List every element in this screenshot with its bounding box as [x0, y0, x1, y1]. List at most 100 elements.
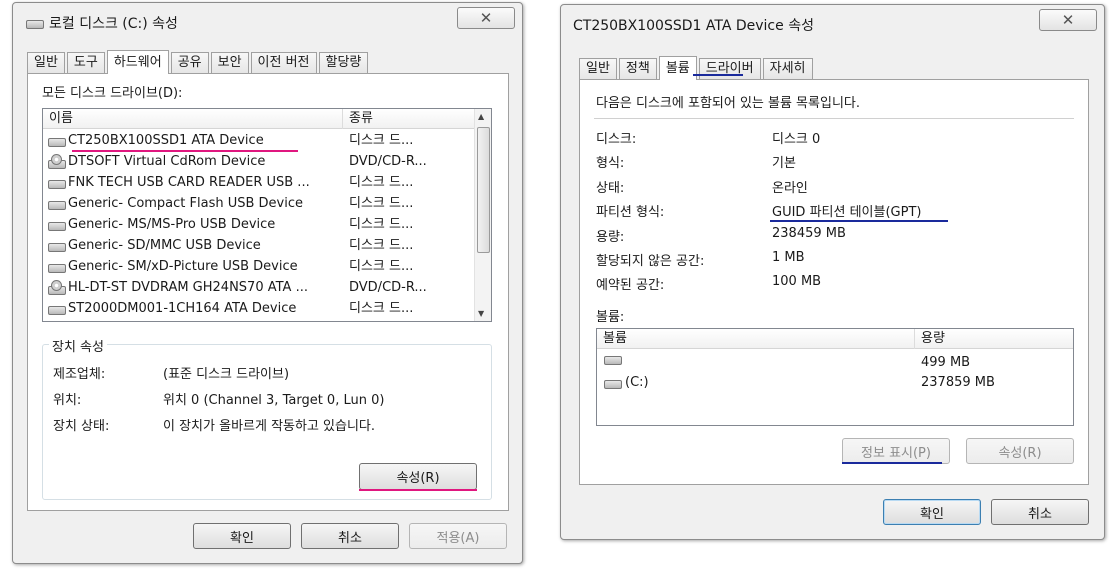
list-header: 볼륨 용량 [597, 329, 1073, 349]
device-name: Generic- SD/MMC USB Device [68, 238, 261, 253]
disk-label: 디스크: [596, 132, 637, 147]
manufacturer-value: (표준 디스크 드라이브) [163, 367, 290, 382]
device-name: FNK TECH USB CARD READER USB ... [68, 175, 310, 190]
scrollbar-thumb[interactable] [477, 127, 490, 253]
all-disk-drives-label: 모든 디스크 드라이브(D): [42, 86, 183, 101]
tab-general[interactable]: 일반 [579, 58, 617, 79]
reserved-space-value: 100 MB [772, 274, 822, 289]
scroll-up-arrow-icon[interactable]: ▲ [478, 112, 484, 121]
reserved-space-label: 예약된 공간: [596, 278, 665, 293]
volume-size: 237859 MB [921, 375, 995, 390]
volumes-tab-underline [693, 74, 743, 76]
tab-sharing[interactable]: 공유 [170, 52, 209, 73]
volume-row[interactable]: (C:) 237859 MB [599, 373, 1069, 393]
device-row[interactable]: Generic- MS/MS-Pro USB Device 디스크 드... [45, 215, 475, 236]
device-row[interactable]: CT250BX100SSD1 ATA Device 디스크 드... [45, 131, 475, 152]
device-row[interactable]: HL-DT-ST DVDRAM GH24NS70 ATA ... DVD/CD-… [45, 278, 475, 299]
cancel-button[interactable]: 취소 [301, 523, 399, 549]
column-header-type[interactable]: 종류 [343, 109, 475, 129]
volume-properties-button[interactable]: 속성(R) [966, 438, 1074, 464]
volume-name: (C:) [625, 375, 649, 390]
window-title-bar: CT250BX100SSD1 ATA Device 속성 [573, 15, 814, 35]
type-label: 형식: [596, 156, 625, 171]
partition-style-underline [770, 220, 948, 222]
device-row[interactable]: DTSOFT Virtual CdRom Device DVD/CD-R... [45, 152, 475, 173]
disk-value: 디스크 0 [772, 132, 821, 147]
tab-strip: 일반 도구 하드웨어 공유 보안 이전 버전 할당량 [27, 49, 370, 74]
type-value: 기본 [772, 156, 796, 171]
device-row[interactable]: Generic- SM/xD-Picture USB Device 디스크 드.… [45, 257, 475, 278]
volumes-tab-panel: 다음은 디스크에 포함되어 있는 볼륨 목록입니다. 디스크: 디스크 0 형식… [579, 79, 1089, 485]
tab-security[interactable]: 보안 [210, 52, 249, 73]
device-name: HL-DT-ST DVDRAM GH24NS70 ATA ... [68, 280, 308, 295]
device-name: DTSOFT Virtual CdRom Device [68, 154, 266, 169]
description-separator [594, 118, 1074, 119]
location-value: 위치 0 (Channel 3, Target 0, Lun 0) [163, 393, 385, 408]
window-title-bar: 로컬 디스크 (C:) 속성 [25, 13, 178, 33]
window-title: 로컬 디스크 (C:) 속성 [49, 16, 178, 32]
column-header-name[interactable]: 이름 [43, 109, 343, 129]
close-button[interactable]: ✕ [1039, 9, 1097, 31]
tab-details[interactable]: 자세히 [762, 58, 813, 79]
vertical-scrollbar[interactable]: ▲ ▼ [474, 109, 491, 321]
scroll-down-arrow-icon[interactable]: ▼ [478, 309, 484, 318]
volume-list[interactable]: 볼륨 용량 499 MB (C:) 237859 MB [596, 328, 1074, 426]
volume-row[interactable]: 499 MB [599, 353, 1069, 373]
tab-tools[interactable]: 도구 [66, 52, 105, 73]
device-name: Generic- Compact Flash USB Device [68, 196, 304, 211]
properties-button-underline [359, 489, 477, 491]
device-type: 디스크 드... [349, 301, 414, 316]
tab-quota[interactable]: 할당량 [318, 52, 369, 73]
device-row[interactable]: FNK TECH USB CARD READER USB ... 디스크 드..… [45, 173, 475, 194]
column-header-capacity[interactable]: 용량 [915, 329, 1073, 349]
apply-button[interactable]: 적용(A) [409, 523, 507, 549]
tab-previous-versions[interactable]: 이전 버전 [250, 52, 317, 73]
device-type: 디스크 드... [349, 259, 414, 274]
partition-style-label: 파티션 형식: [596, 205, 665, 220]
device-type: DVD/CD-R... [349, 154, 427, 169]
device-name: Generic- MS/MS-Pro USB Device [68, 217, 276, 232]
device-row[interactable]: Generic- Compact Flash USB Device 디스크 드.… [45, 194, 475, 215]
drive-icon [47, 198, 66, 210]
drive-icon [47, 261, 66, 273]
volume-drive-icon [603, 377, 622, 389]
tab-policies[interactable]: 정책 [618, 58, 657, 79]
column-header-volume[interactable]: 볼륨 [597, 329, 915, 349]
tab-volumes[interactable]: 볼륨 [658, 56, 697, 80]
hardware-tab-panel: 모든 디스크 드라이브(D): 이름 종류 CT250BX100SSD1 ATA… [27, 73, 509, 511]
tab-hardware[interactable]: 하드웨어 [106, 50, 169, 74]
volume-size: 499 MB [921, 355, 971, 370]
device-properties-title: 장치 속성 [49, 336, 107, 355]
device-row[interactable]: ST2000DM001-1CH164 ATA Device 디스크 드... [45, 299, 475, 320]
list-header: 이름 종류 [43, 109, 491, 129]
drive-icon [47, 135, 66, 147]
drive-icon [47, 177, 66, 189]
unallocated-space-value: 1 MB [772, 250, 805, 265]
ok-button[interactable]: 확인 [883, 499, 981, 525]
local-disk-properties-window: 로컬 디스크 (C:) 속성 ✕ 일반 도구 하드웨어 공유 보안 이전 버전 … [12, 2, 523, 564]
disk-drive-list[interactable]: 이름 종류 CT250BX100SSD1 ATA Device 디스크 드...… [42, 108, 492, 322]
drive-icon [47, 219, 66, 231]
show-info-button[interactable]: 정보 표시(P) [842, 438, 950, 464]
selected-device-underline [72, 150, 298, 152]
close-icon: ✕ [1061, 11, 1075, 29]
device-row[interactable]: Generic- SD/MMC USB Device 디스크 드... [45, 236, 475, 257]
device-properties-button[interactable]: 속성(R) [359, 463, 477, 490]
drive-icon [47, 303, 66, 315]
device-properties-group: 장치 속성 제조업체: (표준 디스크 드라이브) 위치: 위치 0 (Chan… [42, 336, 492, 500]
tab-general[interactable]: 일반 [27, 52, 65, 73]
device-name: CT250BX100SSD1 ATA Device [68, 133, 264, 148]
volumes-description: 다음은 디스크에 포함되어 있는 볼륨 목록입니다. [596, 96, 860, 111]
cd-drive-icon [47, 280, 66, 295]
drive-icon [25, 17, 44, 29]
volumes-label: 볼륨: [596, 310, 625, 325]
device-type: DVD/CD-R... [349, 280, 427, 295]
show-info-underline [842, 462, 942, 464]
device-status-value: 이 장치가 올바르게 작동하고 있습니다. [163, 419, 376, 434]
close-button[interactable]: ✕ [457, 7, 515, 29]
manufacturer-label: 제조업체: [53, 367, 106, 382]
cd-drive-icon [47, 154, 66, 169]
ok-button[interactable]: 확인 [193, 523, 291, 549]
cancel-button[interactable]: 취소 [991, 499, 1089, 525]
device-name: Generic- SM/xD-Picture USB Device [68, 259, 298, 274]
